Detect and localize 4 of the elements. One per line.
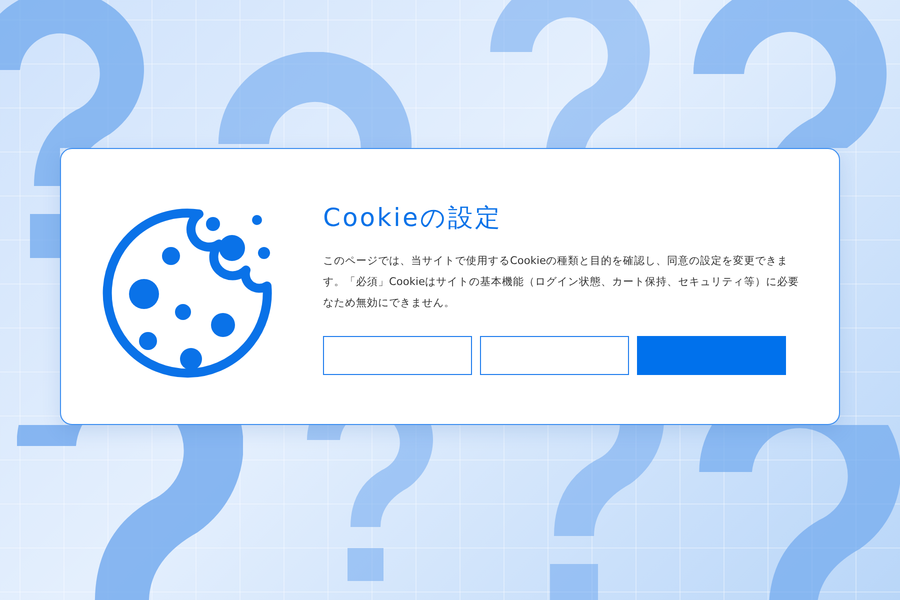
- dialog-button[interactable]: [480, 336, 629, 375]
- description-text: このページでは、当サイトで使用するCookieの種類と目的を確認し、同意の設定を変更できます。「必須」Cookieはサイトの基本機能（ログイン状態、カート保持、セキュリティ等）に必要なため無効にできません。: [323, 254, 799, 311]
- dialog-button[interactable]: [323, 336, 472, 375]
- dialog-title: Cookieの設定: [323, 202, 503, 234]
